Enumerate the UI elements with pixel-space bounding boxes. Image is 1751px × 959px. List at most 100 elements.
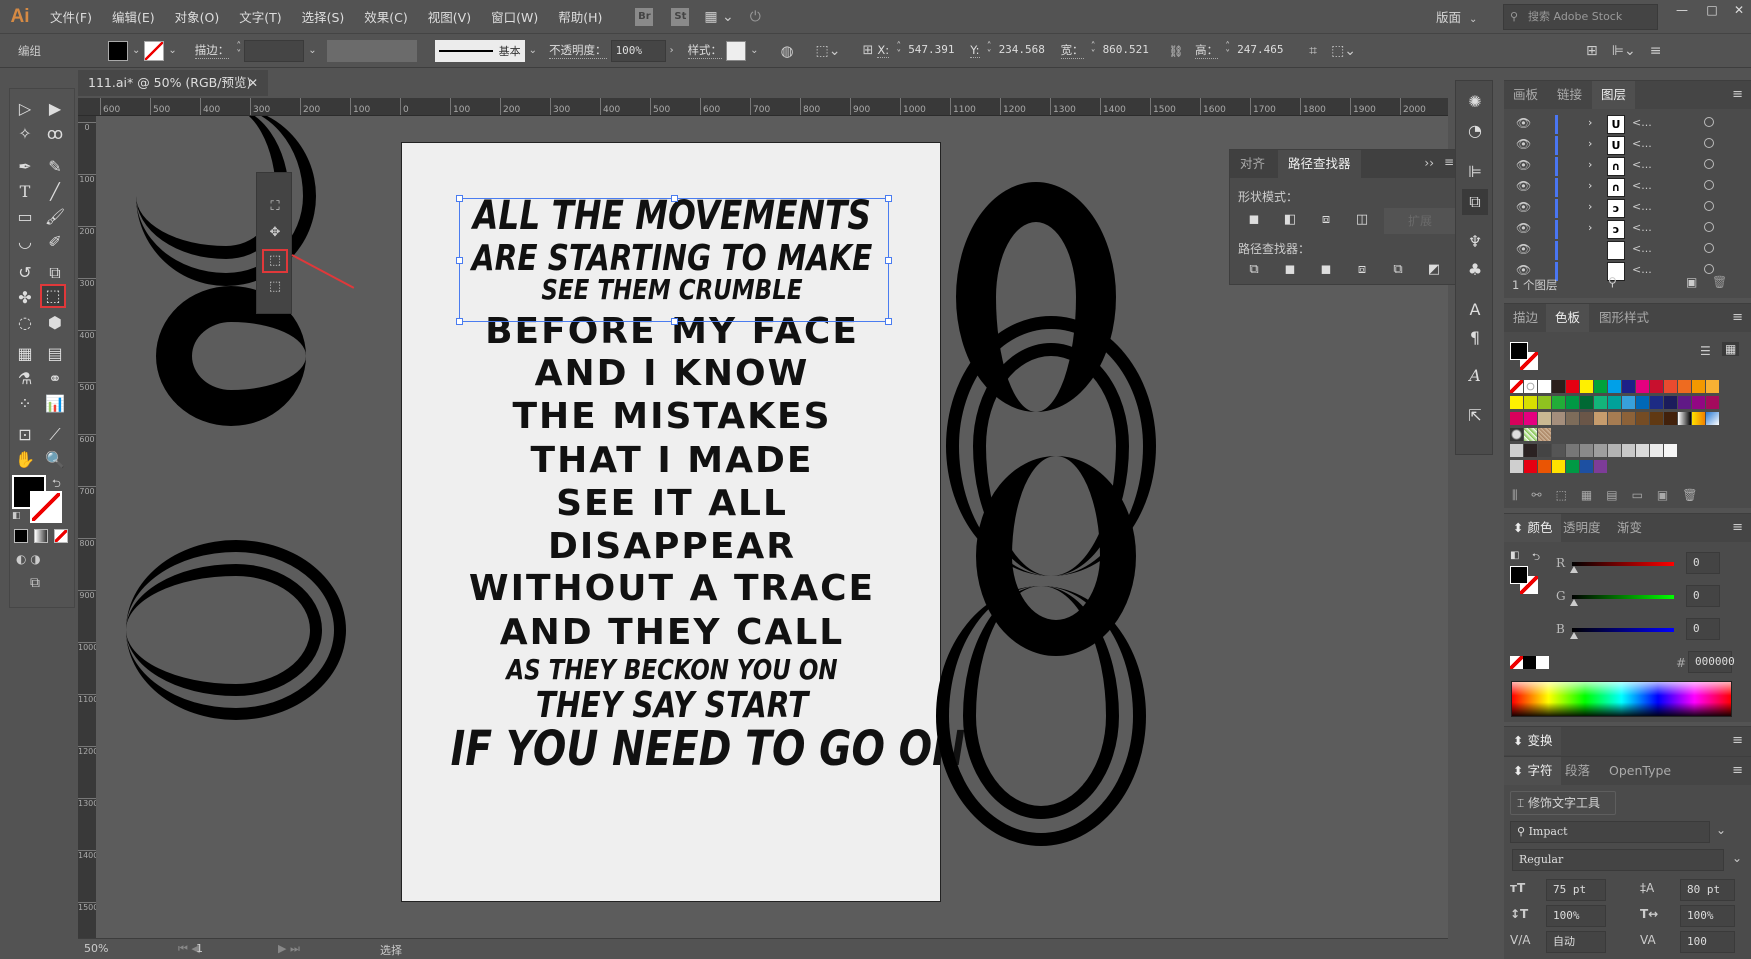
minus-back-icon[interactable]: ◩ [1424,262,1444,280]
color-swatch[interactable] [1552,460,1565,473]
color-swatch[interactable] [1552,380,1565,393]
bridge-button[interactable]: Br [635,7,654,26]
expand-chevron-icon[interactable]: › [1588,158,1592,171]
color-swatch[interactable] [1510,380,1523,393]
crop-icon[interactable]: ⧈ [1352,262,1372,280]
white-color-chip[interactable] [1536,656,1549,669]
collapse-panel-icon[interactable]: ›› [1424,156,1434,170]
channel-slider[interactable] [1572,562,1674,566]
drawing-mode-icon[interactable]: ◐ ◑ [16,552,41,566]
constrain-proportions-icon[interactable]: ⛓ [1169,44,1184,58]
artboard-nav-next[interactable]: ▶ ⏭ [278,942,300,956]
slider-thumb[interactable] [1570,632,1578,639]
x-stepper[interactable]: ˄ ˅ [896,41,901,59]
color-swatch[interactable] [1664,396,1677,409]
puppet-icon[interactable]: ♆ [1462,229,1488,255]
color-swatch[interactable] [1608,412,1621,425]
x-input[interactable]: 547.391 [904,40,966,62]
expand-chevron-icon[interactable]: › [1588,179,1592,192]
chevron-down-icon[interactable]: ⌄ [308,45,316,56]
expand-chevron-icon[interactable]: › [1588,221,1592,234]
color-swatch[interactable] [1608,396,1621,409]
align-panel-icon[interactable]: ⊫ [1462,159,1488,185]
color-swatch[interactable] [1566,444,1579,457]
document-tab[interactable]: 111.ai* @ 50% (RGB/预览) ✕ [78,70,268,96]
lyric-line[interactable]: THEY SAY START [451,685,894,726]
color-swatch[interactable] [1594,396,1607,409]
menu-effect[interactable]: 效果(C) [354,7,417,26]
color-swatch[interactable] [1552,412,1565,425]
tracking-input[interactable]: 100 [1680,931,1735,953]
color-swatch[interactable] [1580,412,1593,425]
rectangle-tool-icon[interactable]: ▭ [12,205,38,229]
minus-front-icon[interactable]: ◧ [1280,212,1300,230]
resize-handle[interactable] [885,318,892,325]
rotate-tool-icon[interactable]: ↺ [12,261,38,285]
layer-row[interactable]: 👁 › ↄ <... [1512,199,1740,220]
layer-row[interactable]: 👁 › U <... [1512,136,1740,157]
visibility-eye-icon[interactable]: 👁 [1516,242,1531,256]
isolate-group-icon[interactable]: ⬚⌄ [1331,43,1356,59]
color-swatch[interactable] [1664,444,1677,457]
control-bar-menu-icon[interactable]: ≡ [1650,43,1662,59]
symbol-sprayer-tool-icon[interactable]: ⁘ [12,392,38,416]
expand-chevron-icon[interactable]: › [1588,137,1592,150]
color-swatch[interactable] [1650,412,1663,425]
height-input[interactable]: 247.465 [1233,40,1295,62]
color-swatch[interactable] [1636,444,1649,457]
visibility-eye-icon[interactable]: 👁 [1516,263,1531,277]
color-swatch[interactable] [1608,444,1621,457]
color-mode-button[interactable] [14,529,28,543]
mesh-tool-icon[interactable]: ▦ [12,342,38,366]
color-swatch[interactable] [1538,380,1551,393]
color-swatch[interactable] [1622,396,1635,409]
default-fill-stroke-icon[interactable]: ◧ [1510,550,1519,561]
tab-stroke[interactable]: 描边 [1504,304,1547,332]
chevron-down-icon[interactable]: ⌄ [750,45,758,56]
layer-row[interactable]: 👁 › U <... [1512,115,1740,136]
paintbrush-tool-icon[interactable]: 🖌 [42,205,68,229]
color-swatch[interactable] [1608,380,1621,393]
target-circle-icon[interactable] [1704,117,1714,127]
color-swatch[interactable] [1594,460,1607,473]
gradient-mode-button[interactable] [34,529,48,543]
none-mode-button[interactable] [54,529,68,543]
layer-row[interactable]: 👁 › ∩ <... [1512,178,1740,199]
channel-value-input[interactable]: 0 [1686,585,1720,607]
tab-artboards[interactable]: 画板 [1504,81,1547,109]
color-swatch[interactable] [1538,444,1551,457]
glyphs-icon[interactable]: A [1462,363,1488,389]
pathfinder-panel-icon[interactable]: ⧉ [1462,189,1488,215]
color-swatch[interactable] [1664,380,1677,393]
width-input[interactable]: 860.521 [1099,40,1161,62]
color-swatch[interactable] [1622,412,1635,425]
unite-icon[interactable]: ◼ [1244,212,1264,230]
panel-menu-icon[interactable]: ≡ [1732,733,1743,748]
color-swatch[interactable] [1692,412,1705,425]
lyric-line[interactable]: WITHOUT A TRACE [402,568,942,609]
resize-handle[interactable] [885,257,892,264]
panel-menu-icon[interactable]: ≡ [1732,310,1743,325]
tab-transparency[interactable]: 透明度 [1554,514,1610,542]
art-arc[interactable] [936,586,1146,846]
lyric-line[interactable]: THE MISTAKES [402,396,942,437]
visibility-eye-icon[interactable]: 👁 [1516,200,1531,214]
resize-handle[interactable] [671,195,678,202]
free-distort-icon[interactable]: ⬚ [262,275,288,299]
visibility-eye-icon[interactable]: 👁 [1516,158,1531,172]
export-assets-icon[interactable]: ⇱ [1462,403,1488,429]
lyric-line[interactable]: AND I KNOW [402,353,942,394]
magic-wand-tool-icon[interactable]: ✧ [12,122,38,146]
brushes-icon[interactable]: ✺ [1462,89,1488,115]
color-swatch[interactable] [1692,396,1705,409]
workspace-switcher[interactable]: 版面 ⌄ [1436,7,1481,26]
height-stepper[interactable]: ˄ ˅ [1225,41,1230,59]
color-swatch[interactable] [1510,412,1523,425]
none-color-chip[interactable] [1510,656,1523,669]
column-graph-tool-icon[interactable]: 📊 [42,392,68,416]
color-swatch[interactable] [1524,412,1537,425]
recolor-artwork-icon[interactable]: ◍ [780,42,793,60]
layer-name[interactable]: <... [1632,158,1652,171]
intersect-icon[interactable]: ⧈ [1316,212,1336,230]
channel-value-input[interactable]: 0 [1686,618,1720,640]
